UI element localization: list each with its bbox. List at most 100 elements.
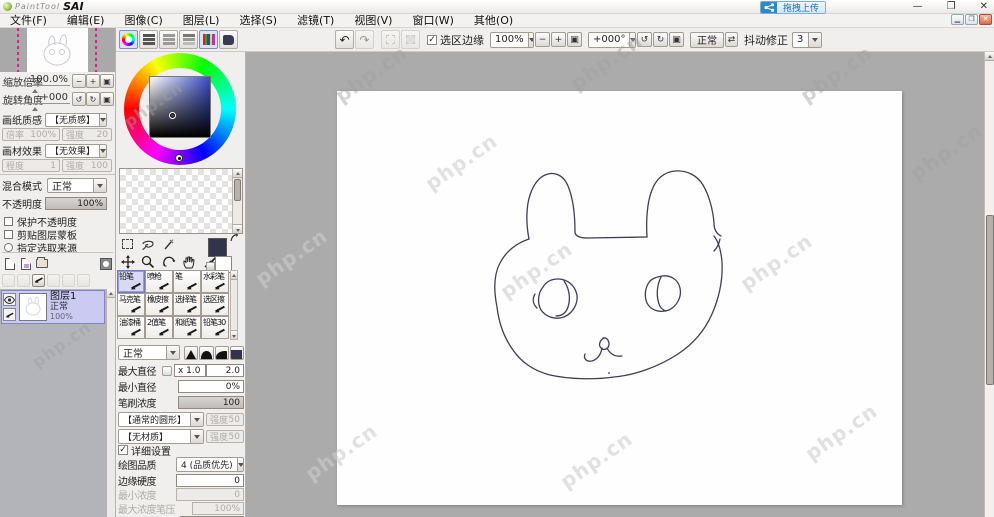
scroll-up-icon[interactable] bbox=[231, 271, 237, 280]
rect-select-tool[interactable] bbox=[119, 236, 136, 252]
redo-button[interactable]: ↷ bbox=[355, 30, 374, 49]
menu-image[interactable]: 图像(C) bbox=[114, 14, 172, 28]
zoom-out-button[interactable]: − bbox=[535, 32, 550, 47]
brush-shape-combo[interactable]: 【通常的圆形】 bbox=[118, 412, 204, 427]
paste-layer-button[interactable] bbox=[77, 273, 90, 287]
brush-select-pen[interactable]: 选择笔 bbox=[173, 293, 201, 316]
swatches-panel-button[interactable] bbox=[199, 30, 218, 49]
new-folder-button[interactable] bbox=[34, 256, 50, 271]
brush-mode-combo[interactable]: 正常 bbox=[118, 345, 181, 360]
rotation-combo[interactable]: +000° bbox=[588, 31, 636, 48]
magic-wand-tool[interactable] bbox=[160, 236, 177, 252]
slider-marker-icon[interactable] bbox=[32, 104, 38, 111]
color-wheel[interactable] bbox=[121, 53, 239, 165]
brush-paper-pen[interactable]: 和纸笔 bbox=[173, 316, 201, 339]
edge-shape-hard-button[interactable] bbox=[229, 345, 244, 360]
edge-shape-curve-button[interactable] bbox=[199, 345, 214, 360]
scroll-thumb[interactable] bbox=[986, 215, 994, 385]
flip-view-button[interactable]: ⇄ bbox=[725, 32, 738, 47]
shape-strength-field[interactable]: 强度 50 bbox=[206, 413, 244, 426]
hue-cursor-icon[interactable] bbox=[175, 154, 183, 162]
maximize-button[interactable]: ❐ bbox=[943, 0, 960, 13]
merge-down-button[interactable] bbox=[17, 273, 30, 287]
swatch-scratchpad[interactable] bbox=[119, 168, 243, 234]
brush-binary-pen[interactable]: 2值笔 bbox=[145, 316, 173, 339]
drawing-canvas[interactable] bbox=[337, 91, 902, 505]
scratchpad-scrollbar[interactable] bbox=[232, 169, 242, 233]
brush-pencil30[interactable]: 铅笔30 bbox=[201, 316, 229, 339]
material-effect-combo[interactable]: 【无效果】 bbox=[45, 143, 107, 158]
foreground-color-swatch[interactable] bbox=[208, 238, 227, 257]
brush-watercolor[interactable]: 水彩笔 bbox=[201, 270, 229, 293]
texture-strength-field2[interactable]: 强度 50 bbox=[206, 430, 244, 443]
navigator-preview[interactable] bbox=[0, 28, 115, 72]
menu-edit[interactable]: 编辑(E) bbox=[57, 14, 115, 28]
new-layer-button[interactable] bbox=[2, 256, 18, 271]
detail-settings-checkbox[interactable]: ✓ 详细设置 bbox=[118, 444, 244, 458]
new-pixel-layer-button[interactable] bbox=[18, 256, 34, 271]
brush-bucket[interactable]: 油漆桶 bbox=[117, 316, 145, 339]
scroll-up-icon[interactable] bbox=[985, 52, 994, 61]
drag-upload-button[interactable]: 拖拽上传 bbox=[760, 1, 827, 14]
layer-mask-button[interactable] bbox=[98, 256, 114, 271]
zoom-level-combo[interactable]: 100% bbox=[490, 31, 534, 48]
paper-texture-combo[interactable]: 【无质感】 bbox=[45, 112, 107, 127]
effect-degree-field[interactable]: 程度 1 bbox=[2, 159, 60, 172]
scroll-down-icon[interactable] bbox=[233, 224, 242, 233]
zoom-tool[interactable] bbox=[140, 254, 157, 270]
rotate-cw-button[interactable]: ↻ bbox=[653, 32, 668, 47]
copy-layer-button[interactable] bbox=[62, 273, 75, 287]
reselect-button[interactable] bbox=[401, 30, 420, 49]
undo-button[interactable]: ↶ bbox=[335, 30, 354, 49]
navigator-zoom-reset-button[interactable]: ▣ bbox=[100, 74, 114, 88]
brush-pen[interactable]: 笔 bbox=[173, 270, 201, 293]
texture-strength-field[interactable]: 强度 20 bbox=[62, 128, 112, 141]
canvas-vscrollbar[interactable] bbox=[984, 52, 994, 517]
menu-view[interactable]: 视图(V) bbox=[344, 14, 402, 28]
max-density-pressure-field[interactable]: 100% bbox=[192, 502, 244, 515]
layer-opacity-slider[interactable]: 100% bbox=[45, 197, 107, 210]
menu-filter[interactable]: 滤镜(T) bbox=[287, 14, 344, 28]
diameter-multiplier-field[interactable]: x 1.0 bbox=[174, 364, 206, 377]
zoom-in-button[interactable]: + bbox=[551, 32, 566, 47]
edge-shape-linear-button[interactable] bbox=[184, 345, 199, 360]
rgb-slider-panel-button[interactable] bbox=[139, 30, 158, 49]
navigator-rotate-cw-button[interactable]: ↻ bbox=[86, 92, 100, 106]
transfer-down-button[interactable] bbox=[2, 273, 15, 287]
scroll-up-icon[interactable] bbox=[233, 169, 242, 178]
texture-scale-field[interactable]: 倍率 100% bbox=[2, 128, 60, 141]
jitter-correction-combo[interactable]: 3 bbox=[792, 31, 822, 48]
edge-shape-soft-button[interactable] bbox=[214, 345, 229, 360]
layer-row-selected[interactable]: 图层1 正常 100% bbox=[1, 290, 105, 324]
selection-edge-checkbox[interactable]: ✓ 选区边缘 bbox=[427, 32, 484, 48]
mdi-close-button[interactable]: ✕ bbox=[979, 14, 992, 25]
min-diameter-slider[interactable]: 0% bbox=[178, 380, 244, 393]
color-wheel-panel-button[interactable] bbox=[119, 30, 138, 49]
scroll-down-icon[interactable] bbox=[231, 330, 237, 339]
saturation-value-square[interactable] bbox=[149, 76, 211, 138]
scroll-up-icon[interactable] bbox=[107, 289, 115, 298]
delete-layer-button[interactable] bbox=[47, 273, 60, 287]
zoom-reset-button[interactable]: ▣ bbox=[567, 32, 582, 47]
edge-hardness-field[interactable]: 0 bbox=[176, 474, 244, 487]
hand-tool[interactable] bbox=[181, 254, 198, 270]
mdi-restore-button[interactable]: ❐ bbox=[965, 14, 978, 25]
rotate-reset-button[interactable]: ▣ bbox=[669, 32, 684, 47]
mixer-panel-button[interactable] bbox=[179, 30, 198, 49]
menu-select[interactable]: 选择(S) bbox=[229, 14, 287, 28]
brush-density-slider[interactable]: 100 bbox=[178, 396, 244, 409]
layers-scrollbar[interactable] bbox=[106, 289, 115, 517]
normal-view-button[interactable]: 正常 bbox=[690, 31, 724, 48]
clear-layer-button[interactable] bbox=[32, 273, 45, 287]
rotate-view-tool[interactable] bbox=[160, 254, 177, 270]
lasso-tool[interactable] bbox=[140, 236, 157, 252]
layer-visibility-toggle[interactable] bbox=[3, 293, 16, 306]
navigator-rotate-reset-button[interactable]: ▣ bbox=[100, 92, 114, 106]
hsv-slider-panel-button[interactable] bbox=[159, 30, 178, 49]
navigator-zoom-out-button[interactable]: − bbox=[72, 74, 86, 88]
move-tool[interactable] bbox=[119, 254, 136, 270]
effect-strength-field[interactable]: 强度 100 bbox=[62, 159, 112, 172]
blend-mode-combo[interactable]: 正常 bbox=[47, 178, 107, 193]
scroll-thumb[interactable] bbox=[234, 179, 241, 201]
brush-airbrush[interactable]: 喷枪 bbox=[145, 270, 173, 293]
